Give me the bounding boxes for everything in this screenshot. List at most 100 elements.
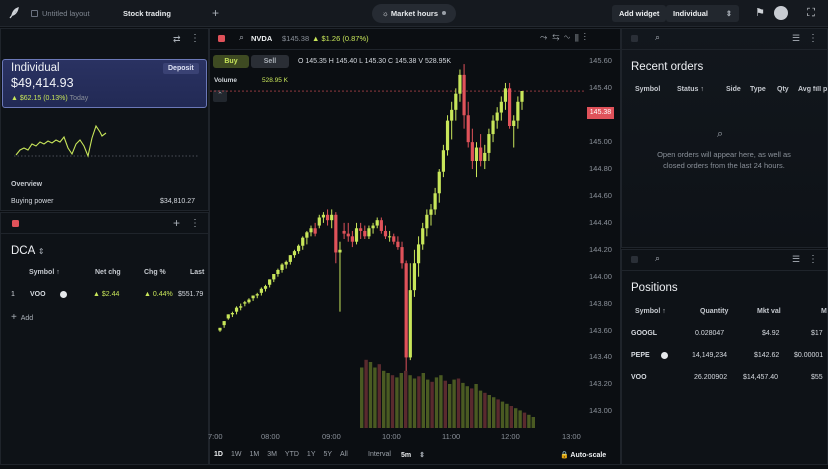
link-color-icon[interactable] <box>218 35 225 42</box>
market-status[interactable]: ☼ Market hours <box>372 4 456 23</box>
more-icon[interactable]: ⋮ <box>584 32 591 42</box>
volume-bar <box>478 390 483 428</box>
candle <box>458 69 462 102</box>
col-avg-fill[interactable]: Avg fill p <box>798 86 828 93</box>
candle <box>321 212 326 223</box>
fullscreen-icon[interactable]: ⛶ <box>804 6 818 20</box>
filter-icon[interactable]: ☰ <box>792 33 800 44</box>
compare-icon[interactable]: ⇆ <box>552 32 564 42</box>
col-m[interactable]: M <box>821 308 827 315</box>
range-1w[interactable]: 1W <box>231 451 242 458</box>
candle <box>392 233 396 245</box>
volume-bar <box>426 379 430 428</box>
col-symbol[interactable]: Symbol ↑ <box>29 269 60 276</box>
deposit-button[interactable]: Deposit <box>163 63 199 74</box>
col-chg-pct[interactable]: Chg % <box>144 269 166 276</box>
tab-stock-trading[interactable]: Stock trading <box>123 0 171 27</box>
range-1m[interactable]: 1M <box>249 451 259 458</box>
watchlist-title[interactable]: DCA ⇕ <box>11 245 45 257</box>
candle <box>379 217 383 234</box>
chevron-updown-icon: ⇕ <box>725 9 732 18</box>
info-icon <box>661 352 668 359</box>
col-symbol[interactable]: Symbol <box>635 86 660 93</box>
candle <box>342 222 346 240</box>
flag-icon[interactable]: ⚑ <box>753 6 767 20</box>
candle <box>313 222 317 237</box>
link-icon[interactable]: ⇄ <box>173 34 181 45</box>
volume-bar <box>514 408 518 428</box>
range-1d[interactable]: 1D <box>214 451 223 458</box>
col-qty[interactable]: Qty <box>777 86 789 93</box>
more-icon[interactable]: ⋮ <box>808 34 818 44</box>
volume-bar <box>373 367 377 428</box>
add-icon[interactable]: + <box>173 216 180 230</box>
avatar[interactable] <box>774 6 788 20</box>
chart-type-icon[interactable]: ⤳ <box>540 32 552 42</box>
volume-bar <box>417 376 421 428</box>
col-symbol[interactable]: Symbol ↑ <box>635 308 666 315</box>
tab-untitled-layout[interactable]: Untitled layout <box>31 0 90 27</box>
col-type[interactable]: Type <box>750 86 766 93</box>
link-color-icon[interactable] <box>631 35 638 42</box>
feather-logo-icon[interactable] <box>7 6 21 20</box>
col-last[interactable]: Last <box>190 269 204 276</box>
overview-label: Overview <box>11 181 43 188</box>
col-side[interactable]: Side <box>726 86 741 93</box>
candle <box>503 82 508 110</box>
volume-bar <box>465 386 469 428</box>
indicator-icon[interactable]: ∿ <box>564 32 575 42</box>
table-row[interactable]: 1 VOO ▲ $2.44 ▲ 0.44% $551.79 <box>0 287 209 303</box>
col-net-chg[interactable]: Net chg <box>95 269 121 276</box>
candle <box>297 244 301 254</box>
link-color-icon[interactable] <box>12 220 19 227</box>
candle <box>239 303 243 311</box>
table-row[interactable]: GOOGL 0.028047 $4.92 $17 <box>622 327 828 341</box>
candles-icon[interactable]: ⫴ <box>575 32 584 42</box>
range-5y[interactable]: 5Y <box>323 451 332 458</box>
search-icon[interactable]: ⌕ <box>655 253 660 264</box>
col-status[interactable]: Status ↑ <box>677 86 704 93</box>
chart-symbol[interactable]: NVDA <box>251 34 272 43</box>
candle <box>255 292 259 299</box>
autoscale-toggle[interactable]: 🔒 Auto-scale <box>560 451 606 459</box>
range-ytd[interactable]: YTD <box>285 451 299 458</box>
table-row[interactable]: PEPE 14,149,234 $142.62 $0.00001 <box>622 349 828 363</box>
candle <box>499 96 503 121</box>
candle <box>325 209 330 226</box>
candle <box>367 225 371 240</box>
link-color-icon[interactable] <box>631 256 638 263</box>
add-tab-icon[interactable]: + <box>212 6 219 20</box>
more-icon[interactable]: ⋮ <box>190 34 200 44</box>
search-icon[interactable]: ⌕ <box>239 32 244 43</box>
candle <box>408 263 412 361</box>
volume-bar <box>430 381 434 428</box>
add-widget-button[interactable]: Add widget <box>612 5 667 22</box>
volume-bar <box>456 378 461 428</box>
y-tick-label: 144.80 <box>589 164 612 174</box>
col-mkt-val[interactable]: Mkt val <box>757 308 781 315</box>
candle <box>330 209 334 229</box>
range-all[interactable]: All <box>340 451 348 458</box>
interval-select[interactable]: 5m ⇕ <box>401 451 425 459</box>
range-3m[interactable]: 3M <box>267 451 277 458</box>
search-icon[interactable]: ⌕ <box>655 32 660 43</box>
add-symbol-button[interactable]: + Add <box>11 312 33 323</box>
table-row[interactable]: VOO 26.200902 $14,457.40 $55 <box>622 371 828 385</box>
more-icon[interactable]: ⋮ <box>190 219 200 229</box>
candle <box>234 306 239 315</box>
y-tick-label: 144.20 <box>589 244 612 254</box>
volume-bar <box>377 364 381 428</box>
volume-bar <box>509 406 513 428</box>
y-tick-label: 143.20 <box>589 379 612 389</box>
candle <box>230 311 235 318</box>
account-card[interactable]: Individual Deposit $49,414.93 ▲ $62.15 (… <box>2 59 207 108</box>
col-quantity[interactable]: Quantity <box>700 308 728 315</box>
range-1y[interactable]: 1Y <box>307 451 316 458</box>
volume-bar <box>518 410 522 428</box>
y-tick-label: 143.00 <box>589 406 612 416</box>
candle <box>483 144 487 170</box>
filter-icon[interactable]: ☰ <box>792 254 800 265</box>
account-select[interactable]: Individual ⇕ <box>666 5 739 22</box>
candle <box>441 144 445 178</box>
more-icon[interactable]: ⋮ <box>808 255 818 265</box>
